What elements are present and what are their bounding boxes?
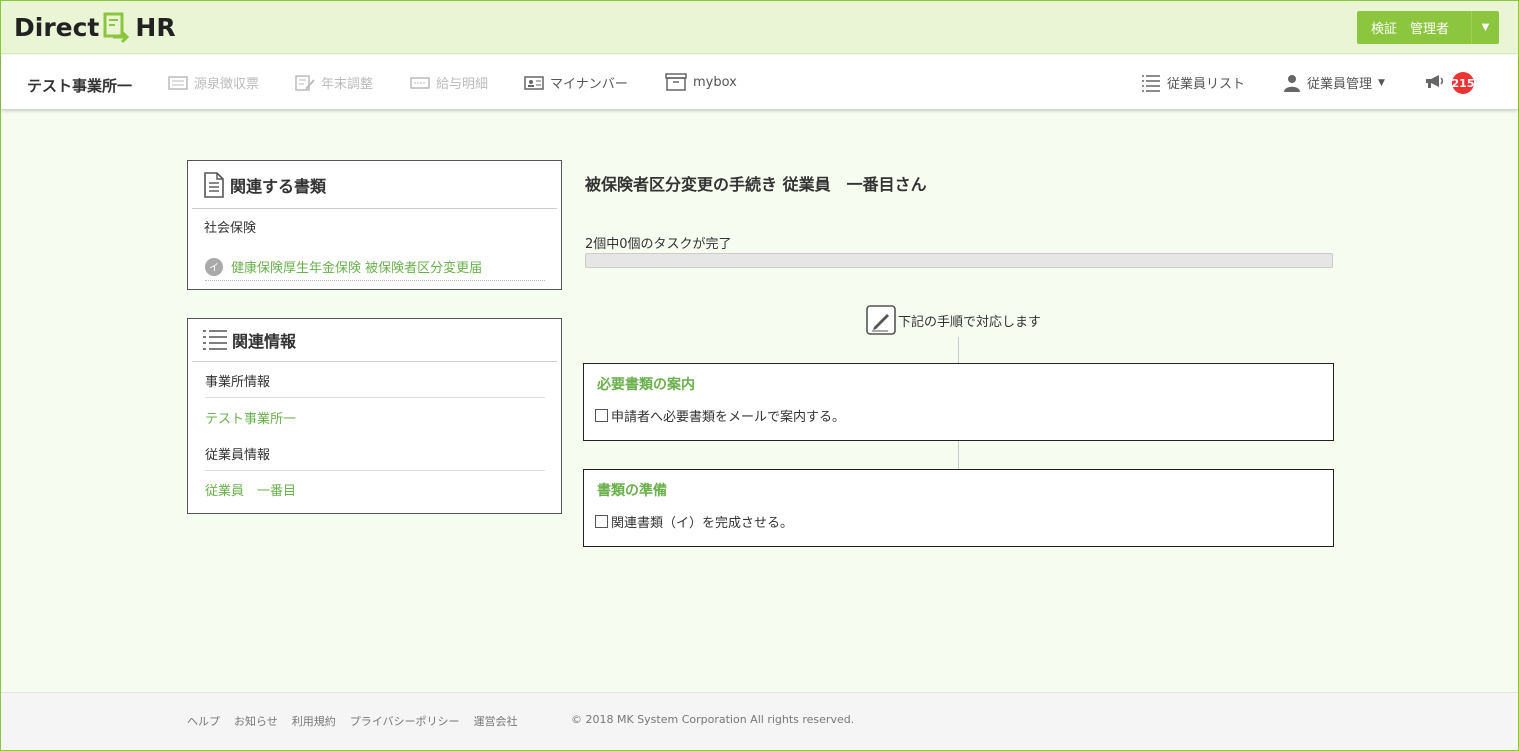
footer-link-terms[interactable]: 利用規約 xyxy=(292,713,336,729)
notification-button[interactable] xyxy=(1424,74,1446,90)
step-header: 下記の手順で対応します xyxy=(866,305,1041,335)
nav-item-employee-management[interactable]: 従業員管理 ▼ xyxy=(1283,73,1385,92)
footer-link-company[interactable]: 運営会社 xyxy=(474,713,518,729)
nav-item-mynumber[interactable]: マイナンバー xyxy=(524,73,628,92)
step-title: 必要書類の案内 xyxy=(597,377,695,393)
task-checkbox[interactable] xyxy=(595,409,608,422)
footer-link-news[interactable]: お知らせ xyxy=(234,713,278,729)
office-link[interactable]: テスト事業所一 xyxy=(205,408,296,427)
task-item[interactable]: 関連書類（イ）を完成させる。 xyxy=(595,512,793,531)
nav-item-withholding[interactable]: 源泉徴収票 xyxy=(168,73,259,92)
doc-category: 社会保険 xyxy=(204,221,257,236)
employee-info-label: 従業員情報 xyxy=(205,444,545,471)
connector-line xyxy=(958,441,959,469)
step-card: 書類の準備 関連書類（イ）を完成させる。 xyxy=(583,469,1334,547)
id-card-icon xyxy=(524,76,544,90)
copyright: © 2018 MK System Corporation All rights … xyxy=(571,713,855,726)
panel-title: 関連する書類 xyxy=(192,161,557,209)
payslip-icon xyxy=(410,76,430,89)
logo-text-left: Direct xyxy=(14,12,100,42)
nav-item-label: 源泉徴収票 xyxy=(194,77,260,92)
panel-title: 関連情報 xyxy=(192,319,557,362)
nav-item-payslip[interactable]: 給与明細 xyxy=(410,73,488,92)
document-marker-badge: イ xyxy=(205,257,223,276)
employee-link[interactable]: 従業員 一番目 xyxy=(205,480,296,499)
app-logo[interactable]: Direct HR xyxy=(14,10,176,44)
nav-item-mybox[interactable]: mybox xyxy=(665,73,737,91)
document-icon xyxy=(204,171,224,198)
nav-item-label: 年末調整 xyxy=(321,77,374,92)
nav-item-employee-list[interactable]: 従業員リスト xyxy=(1141,73,1245,92)
pencil-icon xyxy=(866,305,896,335)
document-link[interactable]: 健康保険厚生年金保険 被保険者区分変更届 xyxy=(231,257,482,276)
nav-item-label: 従業員管理 xyxy=(1307,77,1373,92)
list-icon xyxy=(203,330,227,350)
task-label: 申請者へ必要書類をメールで案内する。 xyxy=(611,410,846,425)
edit-document-icon xyxy=(295,74,315,91)
procedure-title: 被保険者区分変更の手続き 従業員 一番目さん xyxy=(585,175,927,194)
receipt-icon xyxy=(168,75,188,90)
list-icon xyxy=(1142,74,1160,92)
step-card: 必要書類の案内 申請者へ必要書類をメールで案内する。 xyxy=(583,363,1334,441)
progress-bar xyxy=(585,253,1333,268)
document-link-row[interactable]: イ 健康保険厚生年金保険 被保険者区分変更届 xyxy=(205,253,545,281)
person-icon xyxy=(1284,74,1300,92)
task-status: 2個中0個のタスクが完了 xyxy=(585,237,732,252)
chevron-down-icon[interactable]: ▼ xyxy=(1471,11,1499,44)
caret-down-icon: ▼ xyxy=(1378,77,1385,88)
logo-text-right: HR xyxy=(135,12,176,42)
logo-mark-icon xyxy=(101,11,133,44)
notification-badge[interactable]: 215 xyxy=(1452,72,1474,94)
nav-item-year-end[interactable]: 年末調整 xyxy=(295,73,373,92)
related-documents-panel: 関連する書類 社会保険 イ 健康保険厚生年金保険 被保険者区分変更届 xyxy=(187,160,562,290)
footer-links: ヘルプ お知らせ 利用規約 プライバシーポリシー 運営会社 xyxy=(187,713,518,729)
connector-line xyxy=(958,337,959,364)
task-item[interactable]: 申請者へ必要書類をメールで案内する。 xyxy=(595,406,845,425)
related-info-panel: 関連情報 事業所情報 テスト事業所一 従業員情報 従業員 一番目 xyxy=(187,318,562,514)
nav-item-label: 給与明細 xyxy=(436,77,489,92)
task-label: 関連書類（イ）を完成させる。 xyxy=(611,516,794,531)
user-name: 検証 管理者 xyxy=(1371,22,1450,37)
footer-link-privacy[interactable]: プライバシーポリシー xyxy=(350,713,460,729)
office-info-label: 事業所情報 xyxy=(205,371,545,398)
nav-item-label: マイナンバー xyxy=(550,77,628,92)
user-menu-button[interactable]: 検証 管理者 ▼ xyxy=(1357,11,1499,44)
top-bar: Direct HR 検証 管理者 ▼ xyxy=(1,1,1518,54)
megaphone-icon xyxy=(1426,75,1444,88)
footer: ヘルプ お知らせ 利用規約 プライバシーポリシー 運営会社 © 2018 MK … xyxy=(1,692,1518,750)
nav-bar: テスト事業所一 源泉徴収票 年末調整 給与明細 マイナンバー mybox 従業員… xyxy=(1,55,1518,109)
box-icon xyxy=(665,73,687,91)
task-checkbox[interactable] xyxy=(595,515,608,528)
nav-item-label: mybox xyxy=(693,74,737,90)
footer-link-help[interactable]: ヘルプ xyxy=(187,713,220,729)
office-selector[interactable]: テスト事業所一 xyxy=(27,75,132,96)
step-title: 書類の準備 xyxy=(597,483,667,499)
nav-item-label: 従業員リスト xyxy=(1167,77,1246,92)
